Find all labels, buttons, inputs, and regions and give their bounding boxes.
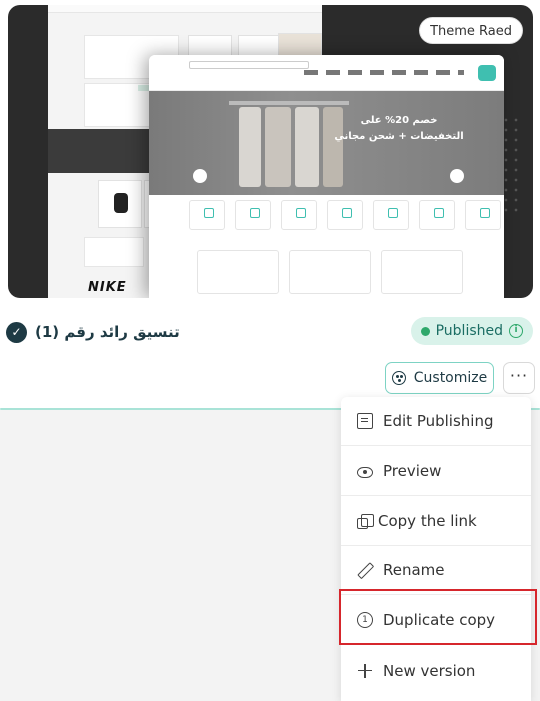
menu-item-label: Copy the link bbox=[378, 512, 477, 530]
check-circle-icon: ✓ bbox=[6, 321, 27, 343]
status-label: Published bbox=[435, 323, 503, 339]
hero-banner: خصم 20% على التخفيضات + شحن مجاني bbox=[149, 91, 504, 195]
theme-title: تنسيق رائد رقم (1) bbox=[35, 323, 180, 341]
customize-button[interactable]: Customize bbox=[385, 362, 494, 394]
menu-item-copy-link[interactable]: Copy the link bbox=[341, 497, 531, 546]
pencil-icon bbox=[354, 559, 377, 582]
menu-item-label: New version bbox=[383, 661, 476, 680]
menu-item-duplicate-copy[interactable]: Duplicate copy bbox=[341, 596, 531, 645]
menu-item-label: Rename bbox=[383, 561, 445, 579]
status-badge: Published i bbox=[410, 317, 533, 345]
duplicate-icon bbox=[357, 612, 373, 628]
edit-document-icon bbox=[357, 413, 373, 429]
menu-item-label: Duplicate copy bbox=[383, 611, 496, 629]
preview-front-screenshot: خصم 20% على التخفيضات + شحن مجاني bbox=[149, 55, 504, 298]
theme-title-row: ✓ تنسيق رائد رقم (1) bbox=[6, 320, 180, 344]
theme-preview-thumbnail[interactable]: NIKE خصم 20% على التخفيضات + شحن مجاني T… bbox=[8, 5, 533, 298]
status-dot-icon bbox=[420, 326, 430, 336]
category-tiles bbox=[189, 200, 501, 230]
more-options-button[interactable]: ··· bbox=[503, 362, 535, 394]
menu-item-new-version[interactable]: New version bbox=[341, 646, 531, 695]
hero-prev-arrow bbox=[193, 169, 207, 183]
nike-logo: NIKE bbox=[88, 280, 127, 295]
menu-item-edit-publishing[interactable]: Edit Publishing bbox=[341, 397, 531, 446]
palette-icon bbox=[391, 371, 406, 385]
feature-tiles bbox=[197, 250, 463, 294]
menu-item-preview[interactable]: Preview bbox=[341, 447, 531, 496]
customize-label: Customize bbox=[413, 370, 488, 386]
more-options-menu: Edit Publishing Preview Copy the link Re… bbox=[341, 397, 531, 701]
info-icon[interactable]: i bbox=[509, 324, 523, 338]
hero-next-arrow bbox=[450, 169, 464, 183]
copy-icon bbox=[357, 513, 374, 529]
theme-card-page: NIKE خصم 20% على التخفيضات + شحن مجاني T… bbox=[0, 0, 540, 701]
menu-item-rename[interactable]: Rename bbox=[341, 546, 531, 595]
eye-icon bbox=[357, 466, 373, 478]
plus-icon bbox=[357, 663, 373, 679]
menu-item-label: Edit Publishing bbox=[383, 412, 494, 430]
theme-name-badge: Theme Raed bbox=[419, 17, 523, 44]
hero-promo-text: خصم 20% على التخفيضات + شحن مجاني bbox=[334, 115, 464, 142]
menu-item-label: Preview bbox=[383, 462, 442, 480]
